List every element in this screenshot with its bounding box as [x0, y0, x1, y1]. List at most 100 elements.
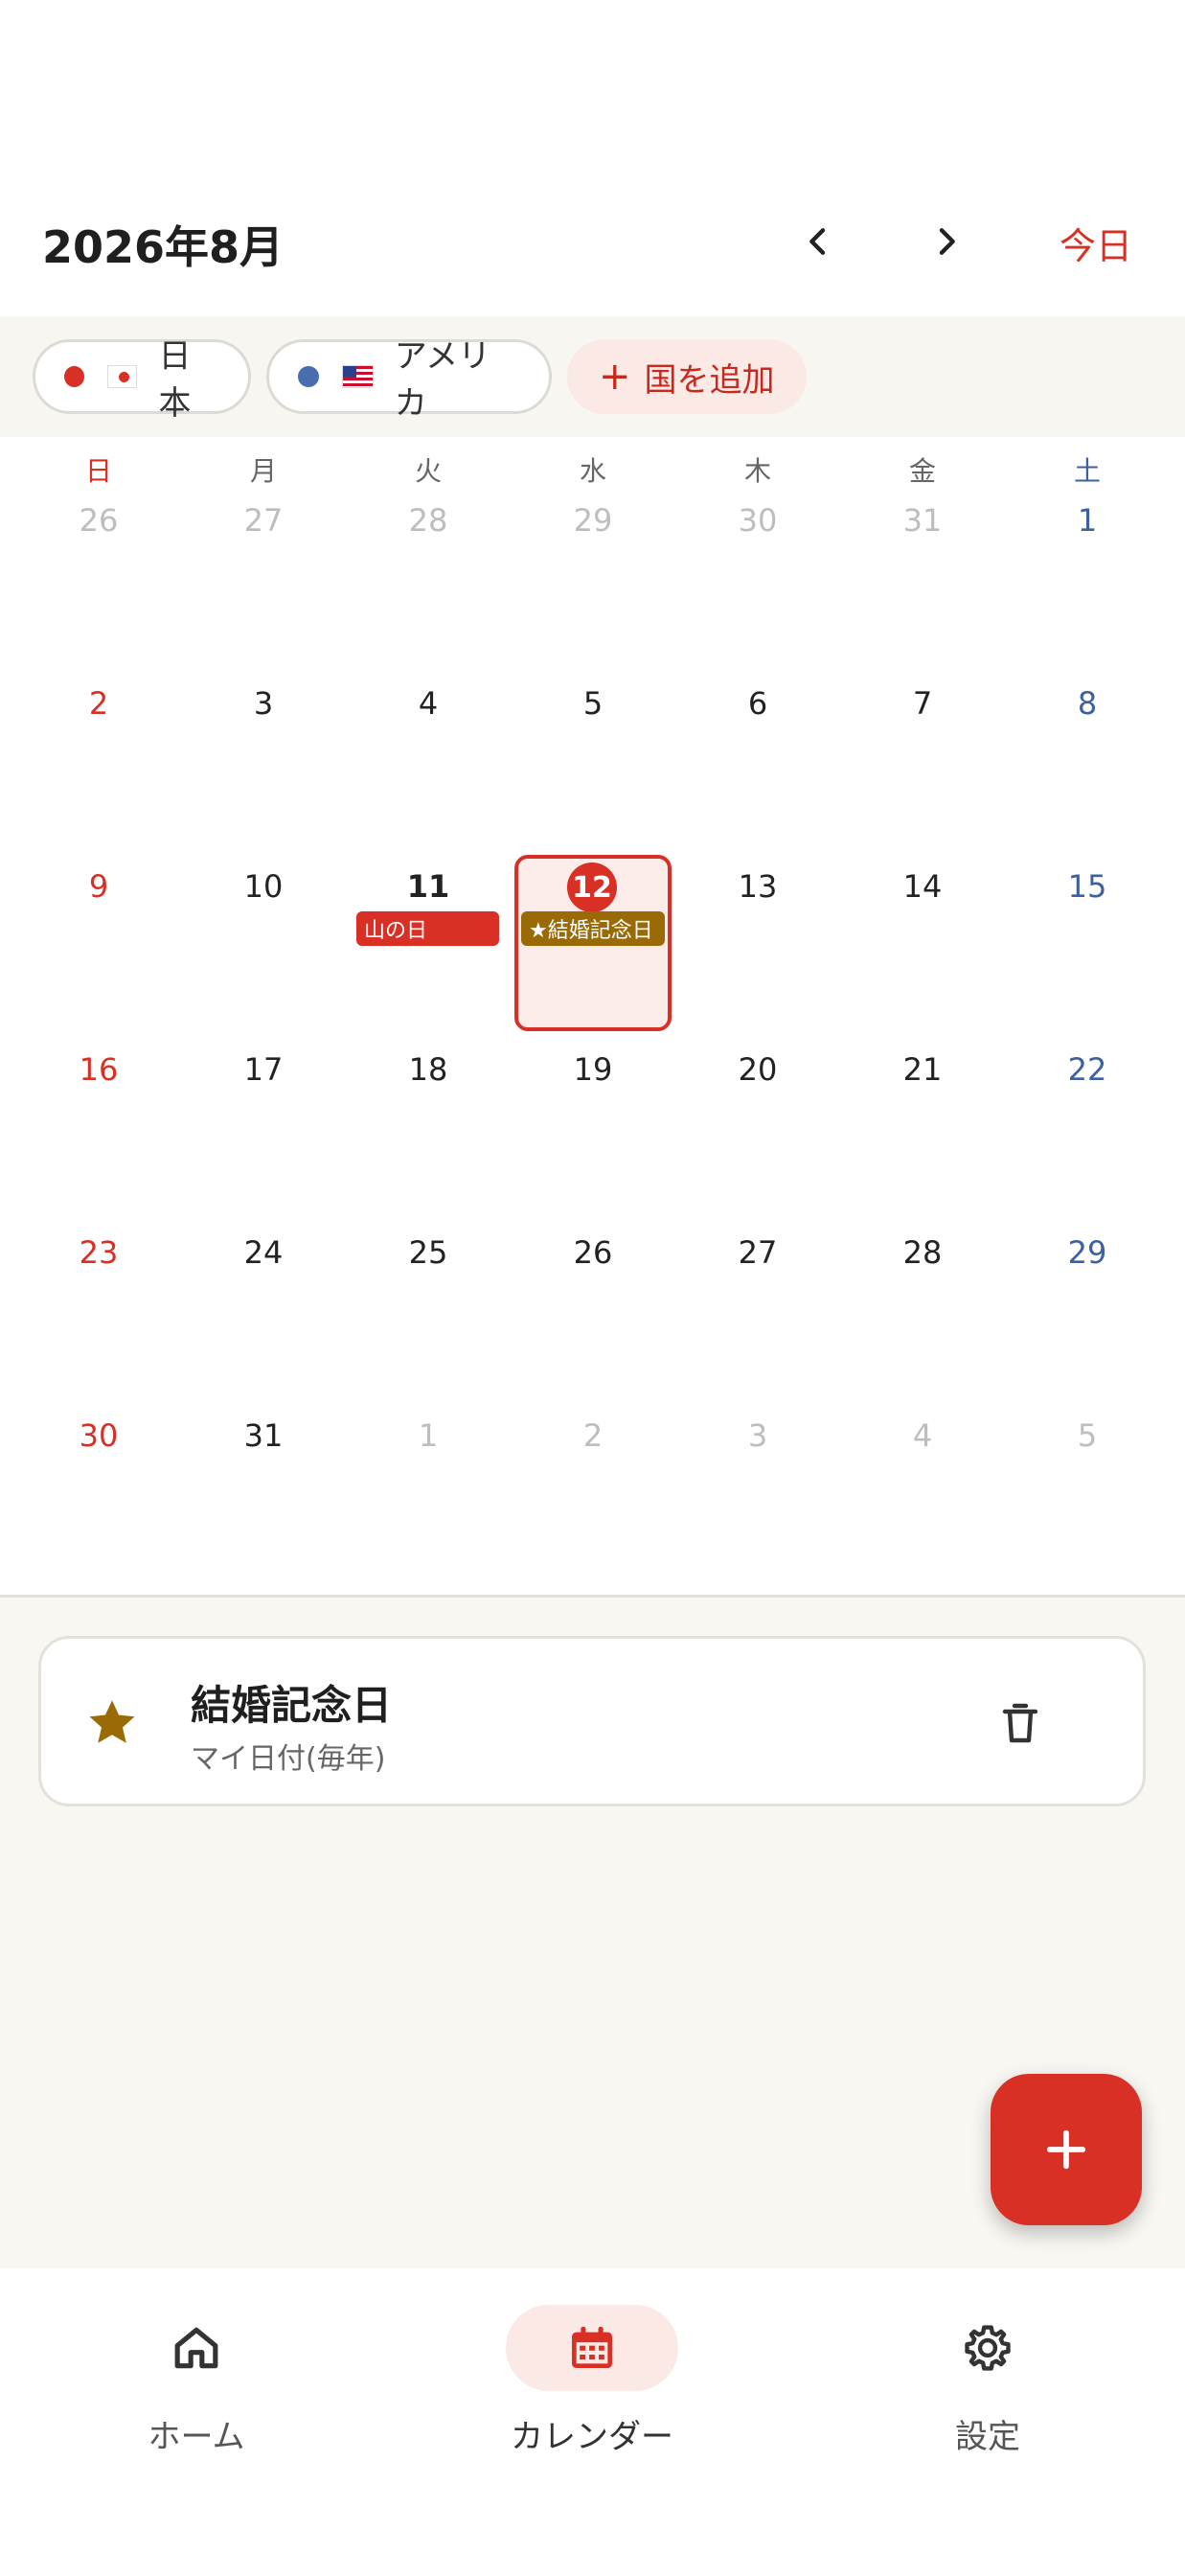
- day-number: 9: [88, 868, 109, 905]
- day-cell[interactable]: 28: [346, 502, 511, 685]
- day-cell[interactable]: 18: [346, 1051, 511, 1234]
- day-cell[interactable]: 31: [840, 502, 1005, 685]
- day-cell[interactable]: 9: [16, 868, 181, 1051]
- day-number: 28: [902, 1234, 943, 1271]
- day-cell[interactable]: 17: [181, 1051, 346, 1234]
- weekday-label: 月: [249, 455, 277, 487]
- event-title: 結婚記念日: [191, 1682, 393, 1729]
- day-number: 18: [408, 1051, 448, 1088]
- day-cell[interactable]: 28: [840, 1234, 1005, 1417]
- event-card[interactable]: 結婚記念日 マイ日付(毎年): [38, 1636, 1146, 1806]
- weekday-label: 土: [1073, 455, 1101, 487]
- day-number: 5: [582, 685, 604, 722]
- day-cell[interactable]: 22: [1005, 1051, 1170, 1234]
- day-number: 7: [912, 685, 933, 722]
- day-cell[interactable]: 8: [1005, 685, 1170, 868]
- add-country-button[interactable]: + 国を追加: [567, 339, 807, 414]
- day-cell[interactable]: 27: [675, 1234, 840, 1417]
- today-button[interactable]: 今日: [1060, 217, 1132, 269]
- day-cell[interactable]: 30: [675, 502, 840, 685]
- day-cell[interactable]: 15: [1005, 868, 1170, 1051]
- nav-calendar[interactable]: カレンダー: [448, 2305, 736, 2458]
- day-number: 4: [418, 685, 439, 722]
- day-cell[interactable]: 25: [346, 1234, 511, 1417]
- day-cell[interactable]: 29: [511, 502, 675, 685]
- nav-calendar-icon-wrap: [506, 2305, 678, 2391]
- day-number: 17: [243, 1051, 284, 1088]
- anniversary-event-pill[interactable]: ★結婚記念日: [521, 911, 665, 946]
- day-number: 31: [243, 1417, 284, 1454]
- day-cell[interactable]: 7: [840, 685, 1005, 868]
- day-cell[interactable]: 4: [346, 685, 511, 868]
- day-cell[interactable]: 5: [511, 685, 675, 868]
- country-chip-japan[interactable]: 日本: [33, 337, 251, 423]
- day-number: 24: [243, 1234, 284, 1271]
- home-icon: [174, 2327, 218, 2369]
- day-number: 27: [243, 502, 284, 539]
- week-row: 26 27 28 29 30 31 1: [0, 502, 1185, 685]
- chevron-right-icon: [939, 228, 955, 255]
- day-number: 28: [408, 502, 448, 539]
- trash-icon: [1002, 1703, 1038, 1743]
- country-chip-label: 日本: [158, 337, 192, 423]
- day-cell[interactable]: 19: [511, 1051, 675, 1234]
- nav-home[interactable]: ホーム: [53, 2305, 340, 2458]
- day-number: 10: [243, 868, 284, 905]
- day-cell[interactable]: 29: [1005, 1234, 1170, 1417]
- week-row: 30 31 1 2 3 4 5: [0, 1417, 1185, 1600]
- next-month-button[interactable]: [918, 213, 975, 270]
- day-cell[interactable]: 11: [346, 868, 511, 1051]
- country-filter-bar: 日本 アメリカ + 国を追加: [0, 316, 1185, 437]
- day-cell[interactable]: 10: [181, 868, 346, 1051]
- delete-event-button[interactable]: [991, 1694, 1049, 1752]
- previous-month-button[interactable]: [789, 213, 847, 270]
- day-number: 1: [418, 1417, 439, 1454]
- day-number: 2: [582, 1417, 604, 1454]
- day-cell[interactable]: 31: [181, 1417, 346, 1600]
- bottom-navigation: ホーム カレンダー 設定: [0, 2268, 1185, 2576]
- day-cell[interactable]: 23: [16, 1234, 181, 1417]
- day-cell[interactable]: 4: [840, 1417, 1005, 1600]
- day-number: 29: [573, 502, 613, 539]
- day-number: 22: [1067, 1051, 1107, 1088]
- day-cell[interactable]: 1: [346, 1417, 511, 1600]
- day-cell[interactable]: 13: [675, 868, 840, 1051]
- day-cell[interactable]: 24: [181, 1234, 346, 1417]
- day-cell[interactable]: 3: [675, 1417, 840, 1600]
- day-cell[interactable]: 5: [1005, 1417, 1170, 1600]
- day-number: 4: [912, 1417, 933, 1454]
- add-event-fab[interactable]: [991, 2074, 1142, 2225]
- day-cell[interactable]: 6: [675, 685, 840, 868]
- day-number: 26: [573, 1234, 613, 1271]
- day-cell[interactable]: 2: [511, 1417, 675, 1600]
- day-number: 31: [902, 502, 943, 539]
- app-header: 2026年8月 今日: [0, 0, 1185, 316]
- day-cell[interactable]: 16: [16, 1051, 181, 1234]
- day-number: 6: [747, 685, 768, 722]
- add-country-label: 国を追加: [644, 360, 775, 400]
- day-cell[interactable]: 26: [511, 1234, 675, 1417]
- day-cell[interactable]: 30: [16, 1417, 181, 1600]
- nav-settings[interactable]: 設定: [844, 2305, 1131, 2458]
- day-cell[interactable]: 2: [16, 685, 181, 868]
- day-number: 3: [253, 685, 274, 722]
- day-cell[interactable]: 3: [181, 685, 346, 868]
- holiday-event-pill[interactable]: 山の日: [356, 911, 499, 946]
- week-row: 2 3 4 5 6 7 8: [0, 685, 1185, 868]
- nav-calendar-label: カレンダー: [511, 2418, 673, 2456]
- gear-icon: [965, 2325, 1011, 2371]
- day-number: 16: [79, 1051, 119, 1088]
- plus-icon: +: [599, 355, 631, 399]
- day-number: 8: [1077, 685, 1098, 722]
- star-icon: [89, 1700, 135, 1743]
- day-cell[interactable]: 14: [840, 868, 1005, 1051]
- day-cell[interactable]: 1: [1005, 502, 1170, 685]
- country-chip-usa[interactable]: アメリカ: [266, 337, 552, 423]
- day-cell[interactable]: 21: [840, 1051, 1005, 1234]
- day-cell[interactable]: 27: [181, 502, 346, 685]
- day-cell[interactable]: 26: [16, 502, 181, 685]
- jp-flag-icon: [106, 365, 138, 388]
- day-number: 27: [738, 1234, 778, 1271]
- weekday-label: 火: [414, 455, 442, 487]
- day-cell[interactable]: 20: [675, 1051, 840, 1234]
